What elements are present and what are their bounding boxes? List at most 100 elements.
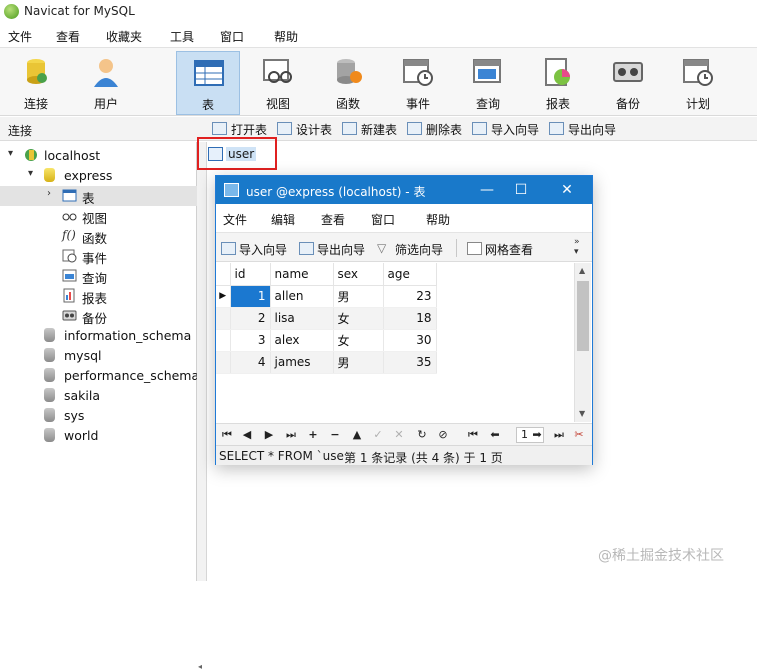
minimize-icon[interactable]: — <box>472 179 502 201</box>
import-wizard-button[interactable]: 导入向导 <box>220 241 287 258</box>
tree-item-functions[interactable]: f() 函数 <box>0 226 197 246</box>
menu-favorites[interactable]: 收藏夹 <box>106 28 142 45</box>
table-row[interactable]: 2 lisa 女 18 <box>216 307 437 330</box>
maximize-icon[interactable]: ☐ <box>506 179 536 201</box>
edit-record-icon[interactable]: ▲ <box>350 427 364 443</box>
table-row[interactable]: 3 alex 女 30 <box>216 329 437 352</box>
discard-changes-icon[interactable]: ✕ <box>392 427 406 443</box>
table-cell[interactable]: 30 <box>383 329 437 352</box>
tree-item-sys[interactable]: sys <box>0 406 197 426</box>
panel-splitter[interactable]: ◂ <box>197 142 207 671</box>
column-header-id[interactable]: id <box>230 263 271 286</box>
chevron-right-icon[interactable]: › <box>47 188 57 200</box>
menu-file[interactable]: 文件 <box>223 211 247 228</box>
export-wizard-button[interactable]: 导出向导 <box>549 121 616 137</box>
design-table-button[interactable]: 设计表 <box>277 121 332 137</box>
toolbar-function-button[interactable]: 函数 <box>316 51 380 115</box>
table-cell[interactable]: 女 <box>333 307 384 330</box>
tree-item-reports[interactable]: 报表 <box>0 286 197 306</box>
refresh-icon[interactable]: ↻ <box>415 427 429 443</box>
table-row[interactable]: ▶ 1 allen 男 23 <box>216 285 437 308</box>
menu-edit[interactable]: 编辑 <box>271 211 295 228</box>
table-cell[interactable]: alex <box>270 329 334 352</box>
vertical-scrollbar[interactable]: ▲ ▼ <box>574 263 591 422</box>
toolbar-connection-button[interactable]: 连接 <box>4 51 68 115</box>
menu-window[interactable]: 窗口 <box>371 211 395 228</box>
table-row[interactable]: 4 james 男 35 <box>216 351 437 374</box>
tree-item-events[interactable]: 事件 <box>0 246 197 266</box>
tree-item-views[interactable]: 视图 <box>0 206 197 226</box>
open-table-button[interactable]: 打开表 <box>212 121 267 137</box>
table-cell[interactable]: 男 <box>333 351 384 374</box>
tree-item-performance-schema[interactable]: performance_schema <box>0 366 199 386</box>
close-icon[interactable]: ✕ <box>552 179 582 201</box>
toolbar-query-button[interactable]: 查询 <box>456 51 520 115</box>
add-record-icon[interactable]: + <box>306 427 320 443</box>
import-wizard-button[interactable]: 导入向导 <box>472 121 539 137</box>
toolbar-user-button[interactable]: 用户 <box>74 51 138 115</box>
last-page-icon[interactable]: ⏭ <box>552 427 566 443</box>
column-header-age[interactable]: age <box>383 263 437 286</box>
delete-record-icon[interactable]: − <box>328 427 342 443</box>
new-table-button[interactable]: 新建表 <box>342 121 397 137</box>
table-window-titlebar[interactable]: user @express (localhost) - 表 — ☐ ✕ <box>216 176 592 204</box>
menu-window[interactable]: 窗口 <box>220 28 244 45</box>
export-wizard-button[interactable]: 导出向导 <box>298 241 365 258</box>
toolbar-event-button[interactable]: 事件 <box>386 51 450 115</box>
previous-page-icon[interactable]: ⬅ <box>488 427 502 443</box>
table-cell[interactable]: 2 <box>230 307 271 330</box>
overflow-chevron-icon[interactable]: » ▾ <box>574 237 580 257</box>
toolbar-view-button[interactable]: 视图 <box>246 51 310 115</box>
table-cell[interactable]: 男 <box>333 285 384 308</box>
menu-view[interactable]: 查看 <box>56 28 80 45</box>
table-cell[interactable]: 18 <box>383 307 437 330</box>
tree-item-sakila[interactable]: sakila <box>0 386 197 406</box>
tree-item-world[interactable]: world <box>0 426 197 446</box>
table-cell[interactable]: allen <box>270 285 334 308</box>
menu-help[interactable]: 帮助 <box>274 28 298 45</box>
next-record-icon[interactable]: ▶ <box>262 427 276 443</box>
scroll-down-icon[interactable]: ▼ <box>579 409 585 418</box>
menu-help[interactable]: 帮助 <box>426 211 450 228</box>
toolbar-report-button[interactable]: 报表 <box>526 51 590 115</box>
tree-item-localhost[interactable]: ▾ localhost <box>0 146 197 166</box>
menu-tools[interactable]: 工具 <box>170 28 194 45</box>
column-header-name[interactable]: name <box>270 263 334 286</box>
tree-item-backups[interactable]: 备份 <box>0 306 197 326</box>
first-page-icon[interactable]: ⏮ <box>466 427 480 443</box>
toolbar-backup-button[interactable]: 备份 <box>596 51 660 115</box>
next-page-icon[interactable]: ➡ <box>530 427 544 443</box>
table-cell[interactable]: 4 <box>230 351 271 374</box>
toolbar-schedule-button[interactable]: 计划 <box>666 51 730 115</box>
table-cell[interactable]: 35 <box>383 351 437 374</box>
collapse-arrow-icon[interactable]: ◂ <box>198 662 202 671</box>
tree-item-queries[interactable]: 查询 <box>0 266 197 286</box>
toolbar-table-button[interactable]: 表 <box>176 51 240 115</box>
stop-icon[interactable]: ⊘ <box>436 427 450 443</box>
first-record-icon[interactable]: ⏮ <box>220 427 234 443</box>
table-cell[interactable]: 1 <box>230 285 271 308</box>
grid-view-button[interactable]: 网格查看 <box>466 241 533 258</box>
filter-wizard-button[interactable]: ▽ 筛选向导 <box>376 241 443 258</box>
table-cell[interactable]: 3 <box>230 329 271 352</box>
scroll-thumb[interactable] <box>577 281 589 351</box>
tree-item-mysql[interactable]: mysql <box>0 346 197 366</box>
tree-item-information-schema[interactable]: information_schema <box>0 326 197 346</box>
scroll-up-icon[interactable]: ▲ <box>579 266 585 275</box>
page-settings-icon[interactable]: ✂ <box>572 427 586 443</box>
table-cell[interactable]: james <box>270 351 334 374</box>
delete-table-button[interactable]: 删除表 <box>407 121 462 137</box>
last-record-icon[interactable]: ⏭ <box>284 427 298 443</box>
previous-record-icon[interactable]: ◀ <box>240 427 254 443</box>
chevron-down-icon[interactable]: ▾ <box>8 148 18 160</box>
apply-changes-icon[interactable]: ✓ <box>371 427 385 443</box>
table-cell[interactable]: lisa <box>270 307 334 330</box>
menu-file[interactable]: 文件 <box>8 28 32 45</box>
column-header-sex[interactable]: sex <box>333 263 384 286</box>
tree-item-tables[interactable]: › 表 <box>0 186 197 206</box>
menu-view[interactable]: 查看 <box>321 211 345 228</box>
chevron-down-icon[interactable]: ▾ <box>28 168 38 180</box>
table-cell[interactable]: 女 <box>333 329 384 352</box>
tree-item-express[interactable]: ▾ express <box>0 166 197 186</box>
table-cell[interactable]: 23 <box>383 285 437 308</box>
